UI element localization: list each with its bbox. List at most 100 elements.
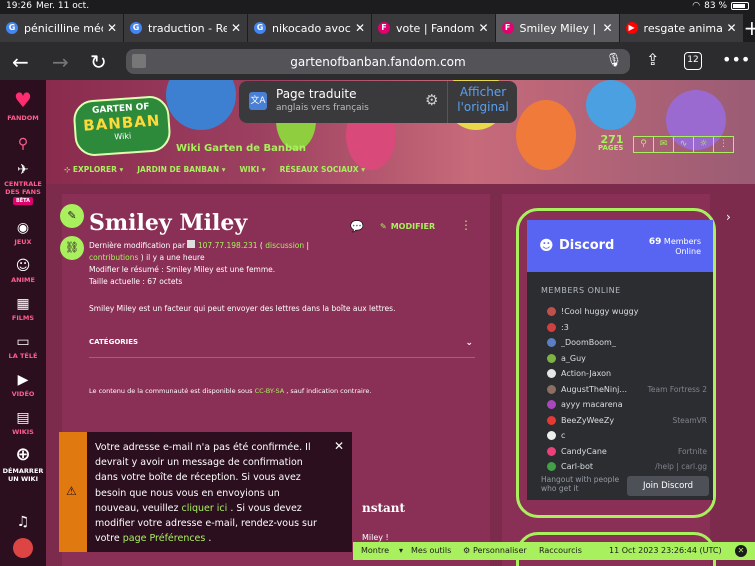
browser-tab[interactable]: ▶ resgate animal ✕ — [619, 14, 744, 42]
plus-circle-icon: ⊕ — [15, 444, 31, 465]
browser-tab[interactable]: F Smiley Miley | W✕ — [495, 14, 620, 42]
new-tab-button[interactable]: + — [744, 14, 755, 42]
utc-clock: 11 Oct 2023 23:26:44 (UTC) — [609, 546, 722, 555]
discord-member[interactable]: BeeZyWeeZy SteamVR — [547, 413, 707, 429]
customize-button[interactable]: Personnaliser — [473, 546, 527, 555]
more-icon[interactable]: ••• — [722, 50, 750, 69]
more-vertical-icon[interactable]: ⋮ — [460, 218, 472, 232]
right-rail: ☻ Discord 69 Members Online MEMBERS ONLI… — [502, 194, 716, 566]
wiki-nav-item[interactable]: JARDIN DE BANBAN ▾ — [137, 165, 225, 174]
pencil-icon[interactable]: ✎ — [60, 204, 84, 228]
fandom-logo[interactable]: ♥ FANDOM — [0, 88, 46, 122]
notifications-button[interactable]: ♫ — [0, 514, 46, 532]
theme-icon[interactable]: ☼ — [693, 136, 714, 153]
fandom-heart-icon: ♥ — [14, 88, 32, 112]
close-icon[interactable]: ✕ — [602, 21, 612, 35]
discord-member[interactable]: Carl-bot/help | carl.gg — [547, 459, 707, 475]
discord-member[interactable]: c — [547, 428, 707, 444]
wiki-logo[interactable]: GARTEN OF BANBAN Wiki — [72, 94, 172, 158]
wiki-nav-item[interactable]: RÉSEAUX SOCIAUX ▾ — [280, 165, 365, 174]
mic-icon[interactable]: 🎙 — [605, 53, 622, 68]
member-name: Action-Jaxon — [561, 369, 612, 379]
chevron-down-icon: ▾ — [119, 165, 124, 174]
discord-icon: ☻ — [539, 238, 554, 254]
rail-movies[interactable]: ▦ FILMS — [0, 296, 46, 322]
rail-video[interactable]: ▶ VIDÉO — [0, 372, 46, 398]
favicon-icon: ▶ — [625, 22, 638, 34]
wiki-nav: ⊹ EXPLORER ▾ JARDIN DE BANBAN ▾ WIKI ▾ RÉSE… — [64, 165, 365, 174]
show-original-button[interactable]: Afficher l'original — [451, 85, 515, 115]
close-icon[interactable]: ✕ — [726, 21, 736, 35]
reload-icon[interactable]: ↻ — [90, 50, 107, 74]
categories-toggle[interactable]: CATÉGORIES ⌄ — [89, 338, 475, 358]
member-avatar — [547, 415, 556, 425]
discord-member[interactable]: :3 — [547, 320, 707, 336]
avatar[interactable] — [0, 538, 46, 562]
member-avatar — [547, 369, 556, 379]
rail-fans[interactable]: ✈ CENTRALE DES FANS BÊTA — [0, 162, 46, 205]
tv-icon: ▭ — [16, 334, 30, 350]
wiki-nav-item[interactable]: WIKI ▾ — [240, 165, 266, 174]
discord-member[interactable]: AugustTheNinj... Team Fortress 2 — [547, 382, 707, 398]
close-icon[interactable]: ✕ — [231, 21, 241, 35]
wiki-nav-item[interactable]: ⊹ EXPLORER ▾ — [64, 165, 123, 174]
contributions-link[interactable]: contributions — [89, 253, 138, 262]
member-name: Carl-bot — [561, 462, 593, 472]
my-tools-menu[interactable]: Mes outils — [411, 546, 451, 555]
member-name: !Cool huggy wuggy — [561, 307, 639, 317]
chevron-down-icon: ▾ — [221, 165, 226, 174]
member-activity: Fortnite — [677, 446, 707, 456]
back-icon[interactable]: ← — [12, 50, 29, 74]
discord-member[interactable]: Action-Jaxon — [547, 366, 707, 382]
discussion-link[interactable]: discussion — [265, 241, 304, 250]
browser-tab[interactable]: Gnikocado avoca ✕ — [248, 14, 372, 42]
join-discord-button[interactable]: Join Discord — [627, 476, 709, 496]
member-name: AugustTheNinj... — [561, 384, 628, 394]
close-icon[interactable]: ✕ — [735, 545, 747, 557]
battery-icon — [731, 2, 749, 10]
close-icon[interactable]: ✕ — [478, 21, 488, 35]
discord-member[interactable]: CandyCane Fortnite — [547, 444, 707, 460]
close-icon[interactable]: ✕ — [355, 21, 365, 35]
share-icon[interactable]: ⇪ — [646, 50, 659, 69]
gear-icon[interactable]: ⚙ — [425, 91, 438, 109]
rail-wikis[interactable]: ▤ WIKIS — [0, 410, 46, 436]
search-icon[interactable]: ⚲ — [633, 136, 654, 153]
chevron-right-icon[interactable]: › — [726, 210, 731, 224]
browser-tab[interactable]: Gtraduction - Re ✕ — [124, 14, 248, 42]
more-vertical-icon[interactable]: ⋮ — [713, 136, 734, 153]
member-name: CandyCane — [561, 446, 607, 456]
activity-icon[interactable]: ∿ — [673, 136, 694, 153]
browser-tab[interactable]: Gpénicilline médi ✕ — [0, 14, 124, 42]
close-icon[interactable]: ✕ — [107, 21, 117, 35]
link-icon[interactable]: ⛓ — [60, 236, 84, 260]
rail-games[interactable]: ◉ JEUX — [0, 220, 46, 246]
search-button[interactable]: ⚲ — [0, 136, 46, 154]
rail-anime[interactable]: ☺ ANIME — [0, 258, 46, 284]
resend-link[interactable]: cliquer ici — [181, 503, 227, 514]
tab-count-button[interactable]: 12 — [684, 52, 702, 70]
wiki-name[interactable]: Wiki Garten de Banban — [176, 143, 306, 154]
discord-member[interactable]: !Cool huggy wuggy — [547, 304, 707, 320]
translate-icon[interactable] — [132, 54, 146, 68]
edit-button[interactable]: ✎ MODIFIER — [380, 222, 435, 231]
browser-tab[interactable]: Fvote | Fandom ✕ — [372, 14, 496, 42]
rail-tv[interactable]: ▭ LA TÉLÉ — [0, 334, 46, 360]
discuss-icon[interactable]: ✉ — [653, 136, 674, 153]
talk-icon[interactable]: 💬 — [350, 220, 364, 233]
license-link[interactable]: CC-BY-SA — [255, 387, 285, 395]
more-menu[interactable]: Montre — [361, 546, 389, 555]
discord-member[interactable]: _DoomBoom_ — [547, 335, 707, 351]
favicon-icon: G — [6, 22, 18, 34]
discord-member[interactable]: ayyy macarena — [547, 397, 707, 413]
shortcuts-button[interactable]: Raccourcis — [539, 546, 582, 555]
url-bar[interactable]: gartenofbanban.fandom.com 🎙 — [126, 49, 630, 74]
editor-ip-link[interactable]: 107.77.198.231 — [198, 241, 258, 250]
tab-title: pénicilline médi — [24, 21, 103, 35]
rail-start-wiki[interactable]: ⊕ DÉMARRER UN WIKI — [0, 444, 46, 483]
forward-icon[interactable]: → — [52, 50, 69, 74]
close-icon[interactable]: ✕ — [334, 439, 344, 453]
member-activity: SteamVR — [672, 415, 707, 425]
preferences-link[interactable]: page Préférences — [123, 533, 206, 544]
discord-member[interactable]: a_Guy — [547, 351, 707, 367]
